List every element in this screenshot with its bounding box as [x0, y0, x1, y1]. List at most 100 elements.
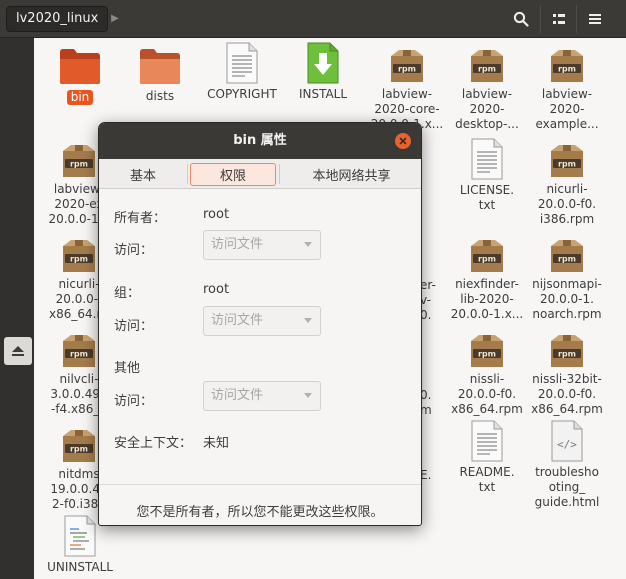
install-script-icon — [307, 42, 339, 84]
path-bar-button[interactable]: lv2020_linux — [6, 6, 109, 32]
chevron-down-icon — [304, 318, 312, 323]
folder-icon — [140, 49, 180, 84]
file-label: nissli-32bit- 20.0.0-f0. x86_64.rpm — [531, 372, 603, 416]
close-icon — [399, 137, 407, 145]
svg-text:rpm: rpm — [70, 160, 88, 169]
header-bar: lv2020_linux ▶ — [0, 0, 626, 38]
rpm-package-icon: rpm — [391, 50, 423, 82]
svg-text:rpm: rpm — [478, 255, 496, 264]
file-label: bin — [66, 90, 94, 105]
security-context-label: 安全上下文： — [114, 436, 193, 451]
menu-button[interactable] — [580, 5, 610, 33]
others-label: 其他 — [114, 361, 141, 376]
rpm-package-icon: rpm — [551, 335, 583, 367]
file-label: dists — [145, 89, 175, 103]
file-item-rpm[interactable]: rpm niexfinder- lib-2020- 20.0.0-1.x... — [442, 238, 532, 322]
dialog-title: bin 属性 — [233, 133, 287, 148]
group-value: root — [203, 282, 230, 297]
text-file-icon — [226, 42, 258, 84]
permission-notice: 您不是所有者，所以您不能更改这些权限。 — [136, 505, 384, 520]
owner-access-value: 访问文件 — [211, 237, 264, 252]
eject-button[interactable] — [4, 337, 32, 365]
svg-text:rpm: rpm — [70, 255, 88, 264]
script-file-icon — [64, 515, 96, 557]
rpm-package-icon: rpm — [471, 335, 503, 367]
group-label: 组： — [114, 286, 141, 301]
tab-separator — [187, 164, 188, 184]
tab-local-network-share[interactable]: 本地网络共享 — [280, 159, 421, 189]
file-item-install[interactable]: INSTALL — [278, 42, 368, 102]
file-item-rpm[interactable]: rpm nissli- 20.0.0-f0. x86_64.rpm — [442, 333, 532, 417]
header-separator — [540, 5, 541, 33]
text-file-icon — [471, 138, 503, 180]
security-context-value: 未知 — [203, 436, 230, 451]
file-label: troublesho oting_ guide.html — [534, 465, 600, 509]
svg-text:rpm: rpm — [558, 65, 576, 74]
group-access-value: 访问文件 — [211, 313, 264, 328]
file-label: COPYRIGHT — [207, 87, 277, 101]
group-access-label: 访问： — [114, 319, 154, 334]
svg-text:rpm: rpm — [478, 65, 496, 74]
owner-label: 所有者： — [114, 211, 167, 226]
tab-permissions[interactable]: 权限 — [190, 163, 276, 186]
tab-basic[interactable]: 基本 — [99, 159, 187, 189]
view-options-button[interactable] — [544, 5, 574, 33]
file-item-rpm[interactable]: rpm labview- 2020- example... — [522, 48, 612, 132]
file-item-license[interactable]: LICENSE. txt — [442, 138, 532, 213]
svg-text:rpm: rpm — [478, 350, 496, 359]
rpm-package-icon: rpm — [63, 240, 95, 272]
svg-text:rpm: rpm — [558, 255, 576, 264]
rpm-package-icon: rpm — [551, 145, 583, 177]
svg-text:rpm: rpm — [398, 65, 416, 74]
file-item-rpm[interactable]: rpm nijsonmapi- 20.0.0-1. noarch.rpm — [522, 238, 612, 322]
file-label: nissli- 20.0.0-f0. x86_64.rpm — [451, 372, 523, 416]
sidebar — [0, 38, 34, 579]
svg-text:</>: </> — [557, 438, 577, 451]
tab-bar: 基本 权限 本地网络共享 — [99, 159, 421, 189]
search-button[interactable] — [506, 5, 536, 33]
file-item-bin[interactable]: bin — [35, 46, 125, 105]
file-label: README. txt — [459, 465, 515, 494]
file-item-rpm[interactable]: rpm nicurli- 20.0.0-f0. i386.rpm — [522, 143, 612, 227]
owner-access-select[interactable]: 访问文件 — [203, 230, 321, 260]
rpm-package-icon: rpm — [63, 335, 95, 367]
svg-text:rpm: rpm — [558, 350, 576, 359]
menu-icon — [589, 14, 601, 24]
rpm-package-icon: rpm — [63, 430, 95, 462]
dialog-titlebar[interactable]: bin 属性 — [99, 123, 421, 159]
footer-divider — [99, 484, 421, 485]
properties-dialog: bin 属性 基本 权限 本地网络共享 所有者： root 访问： 访问文件 组… — [98, 122, 422, 526]
path-forward-icon[interactable]: ▶ — [108, 11, 122, 27]
file-label: INSTALL — [298, 87, 348, 101]
header-separator — [576, 5, 577, 33]
text-file-icon — [471, 420, 503, 462]
close-button[interactable] — [395, 133, 411, 149]
file-label: LICENSE. txt — [459, 183, 515, 212]
others-access-value: 访问文件 — [211, 388, 264, 403]
owner-access-label: 访问： — [114, 243, 154, 258]
rpm-package-icon: rpm — [551, 240, 583, 272]
file-item-html[interactable]: </> troublesho oting_ guide.html — [522, 420, 612, 510]
file-item-rpm[interactable]: rpm nissli-32bit- 20.0.0-f0. x86_64.rpm — [522, 333, 612, 417]
html-file-icon: </> — [551, 420, 583, 462]
rpm-package-icon: rpm — [63, 145, 95, 177]
chevron-down-icon — [304, 393, 312, 398]
svg-text:rpm: rpm — [70, 445, 88, 454]
eject-icon — [12, 346, 24, 356]
file-label: UNINSTALL — [47, 560, 113, 574]
file-label: labview- 2020- desktop-... — [455, 87, 519, 131]
file-item-readme[interactable]: README. txt — [442, 420, 532, 495]
rpm-package-icon: rpm — [551, 50, 583, 82]
others-access-select[interactable]: 访问文件 — [203, 381, 321, 411]
view-options-icon — [553, 14, 565, 24]
file-item-copyright[interactable]: COPYRIGHT — [197, 42, 287, 102]
file-item-dists[interactable]: dists — [115, 46, 205, 104]
group-access-select[interactable]: 访问文件 — [203, 306, 321, 336]
owner-value: root — [203, 207, 230, 222]
chevron-down-icon — [304, 242, 312, 247]
file-label: niexfinder- lib-2020- 20.0.0-1.x... — [450, 277, 524, 321]
file-item-rpm[interactable]: rpm labview- 2020-core- 20.0.0-1.x... — [362, 48, 452, 132]
file-label: labview- 2020- example... — [535, 87, 599, 131]
file-item-rpm[interactable]: rpm labview- 2020- desktop-... — [442, 48, 532, 132]
others-access-label: 访问： — [114, 394, 154, 409]
